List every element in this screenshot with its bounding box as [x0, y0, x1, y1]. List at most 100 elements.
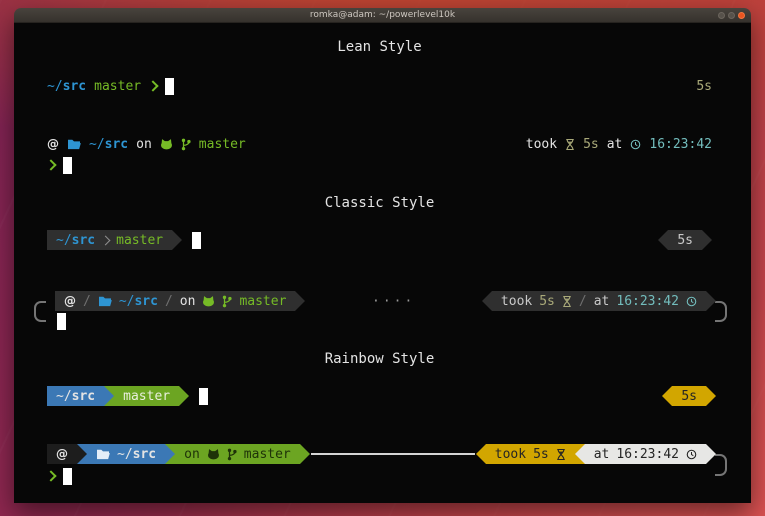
terminal-cursor	[192, 232, 201, 249]
current-directory: ~/src	[47, 79, 86, 94]
path-prefix: ~/	[89, 137, 105, 152]
folder-icon	[98, 295, 112, 307]
powerline-arrow-icon	[165, 444, 175, 464]
os-icon: @	[56, 448, 68, 460]
command-duration: 5s	[583, 137, 599, 152]
current-time: 16:23:42	[616, 294, 679, 309]
close-button[interactable]	[738, 12, 745, 19]
path-name: src	[63, 79, 86, 94]
git-branch-icon	[227, 447, 237, 462]
terminal-window: romka@adam: ~/powerlevel10k Lean Style ~…	[14, 8, 751, 503]
powerline-segment-branch: master	[114, 386, 179, 406]
prompt-frame-right	[715, 301, 727, 322]
clock-icon	[686, 296, 697, 307]
window-controls	[718, 12, 745, 19]
prompt-connector-dots: ····	[305, 294, 482, 309]
slash-separator: /	[579, 294, 587, 309]
powerline-segment-duration: 5s	[668, 230, 702, 250]
section-title: Lean Style	[337, 39, 421, 55]
github-octocat-icon	[202, 295, 215, 307]
powerline-arrow-icon	[77, 444, 87, 464]
classic-prompt-2-line-1: @ / ~/src / on master ····	[55, 291, 716, 311]
powerline-arrow-icon	[300, 444, 310, 464]
section-title: Rainbow Style	[325, 351, 435, 367]
current-time: 16:23:42	[616, 447, 679, 462]
terminal-content[interactable]: Lean Style ~/src master 5s @ ~/src on	[14, 23, 751, 503]
powerline-arrow-icon	[295, 291, 305, 311]
powerline-arrow-icon	[104, 386, 114, 406]
hourglass-icon	[562, 295, 572, 308]
prompt-frame-right	[715, 454, 727, 476]
prompt-chevron-icon	[147, 80, 158, 91]
rainbow-style-heading: Rainbow Style	[47, 349, 712, 369]
desktop-background: romka@adam: ~/powerlevel10k Lean Style ~…	[0, 0, 765, 516]
powerline-arrow-icon	[482, 291, 492, 311]
powerline-arrow-icon	[706, 444, 716, 464]
rainbow-prompt-1: ~/src master 5s	[47, 386, 716, 406]
lean-prompt-2-line-1: @ ~/src on master took 5s at 16:23:42	[47, 134, 712, 154]
git-branch: master	[199, 137, 246, 152]
on-label: on	[180, 294, 196, 309]
terminal-cursor	[57, 313, 66, 330]
prompt-chevron-icon	[45, 159, 56, 170]
terminal-cursor	[165, 78, 174, 95]
terminal-cursor	[63, 468, 72, 485]
lean-prompt-1: ~/src master 5s	[47, 76, 712, 96]
at-label: at	[594, 447, 610, 462]
maximize-button[interactable]	[728, 12, 735, 19]
command-duration: 5s	[539, 294, 555, 309]
on-label: on	[184, 447, 200, 462]
current-directory: ~/src	[117, 447, 156, 462]
powerline-arrow-icon	[658, 230, 668, 250]
powerline-arrow-icon	[706, 291, 716, 311]
rainbow-prompt-2-line-1: @ ~/src on master	[47, 444, 716, 464]
command-duration: 5s	[696, 79, 712, 94]
at-label: at	[607, 137, 623, 152]
os-icon: @	[64, 295, 76, 307]
current-directory: ~/src	[119, 294, 158, 309]
current-time: 16:23:42	[649, 137, 712, 152]
powerline-arrow-icon	[575, 444, 585, 464]
path-prefix: ~/	[119, 294, 135, 309]
powerline-segment-path: ~/src	[47, 386, 104, 406]
folder-icon	[67, 138, 81, 150]
path-prefix: ~/	[56, 233, 72, 248]
terminal-cursor	[199, 388, 208, 405]
powerline-arrow-icon	[706, 386, 716, 406]
section-title: Classic Style	[325, 195, 435, 211]
powerline-segment-duration: 5s	[672, 386, 706, 406]
os-icon: @	[47, 138, 59, 150]
git-branch: master	[239, 294, 286, 309]
path-name: src	[72, 389, 95, 404]
window-titlebar[interactable]: romka@adam: ~/powerlevel10k	[14, 8, 751, 23]
classic-prompt-1: ~/src master 5s	[47, 230, 712, 250]
path-prefix: ~/	[47, 79, 63, 94]
powerline-segment-time: at 16:23:42	[585, 444, 706, 464]
took-label: took	[495, 447, 526, 462]
current-directory: ~/src	[89, 137, 128, 152]
git-branch-icon	[222, 294, 232, 309]
took-label: took	[526, 137, 557, 152]
command-duration: 5s	[681, 389, 697, 404]
minimize-button[interactable]	[718, 12, 725, 19]
took-label: took	[501, 294, 532, 309]
path-name: src	[134, 294, 157, 309]
git-branch: master	[244, 447, 291, 462]
command-duration: 5s	[533, 447, 549, 462]
powerline-segment-duration: took 5s	[486, 444, 575, 464]
prompt-chevron-icon	[45, 470, 56, 481]
powerline-arrow-icon	[172, 230, 182, 250]
path-prefix: ~/	[56, 389, 72, 404]
current-directory: ~/src	[56, 389, 95, 404]
github-octocat-icon	[207, 448, 220, 460]
clock-icon	[686, 449, 697, 460]
segment-separator-icon	[101, 235, 111, 245]
clock-icon	[630, 139, 641, 150]
powerline-segment-os: @	[47, 444, 77, 464]
lean-prompt-2-line-2	[47, 155, 712, 175]
git-branch: master	[123, 389, 170, 404]
powerline-arrow-icon	[662, 386, 672, 406]
prompt-connector-line	[311, 453, 475, 455]
prompt-frame-left	[34, 301, 46, 322]
command-duration: 5s	[677, 233, 693, 248]
